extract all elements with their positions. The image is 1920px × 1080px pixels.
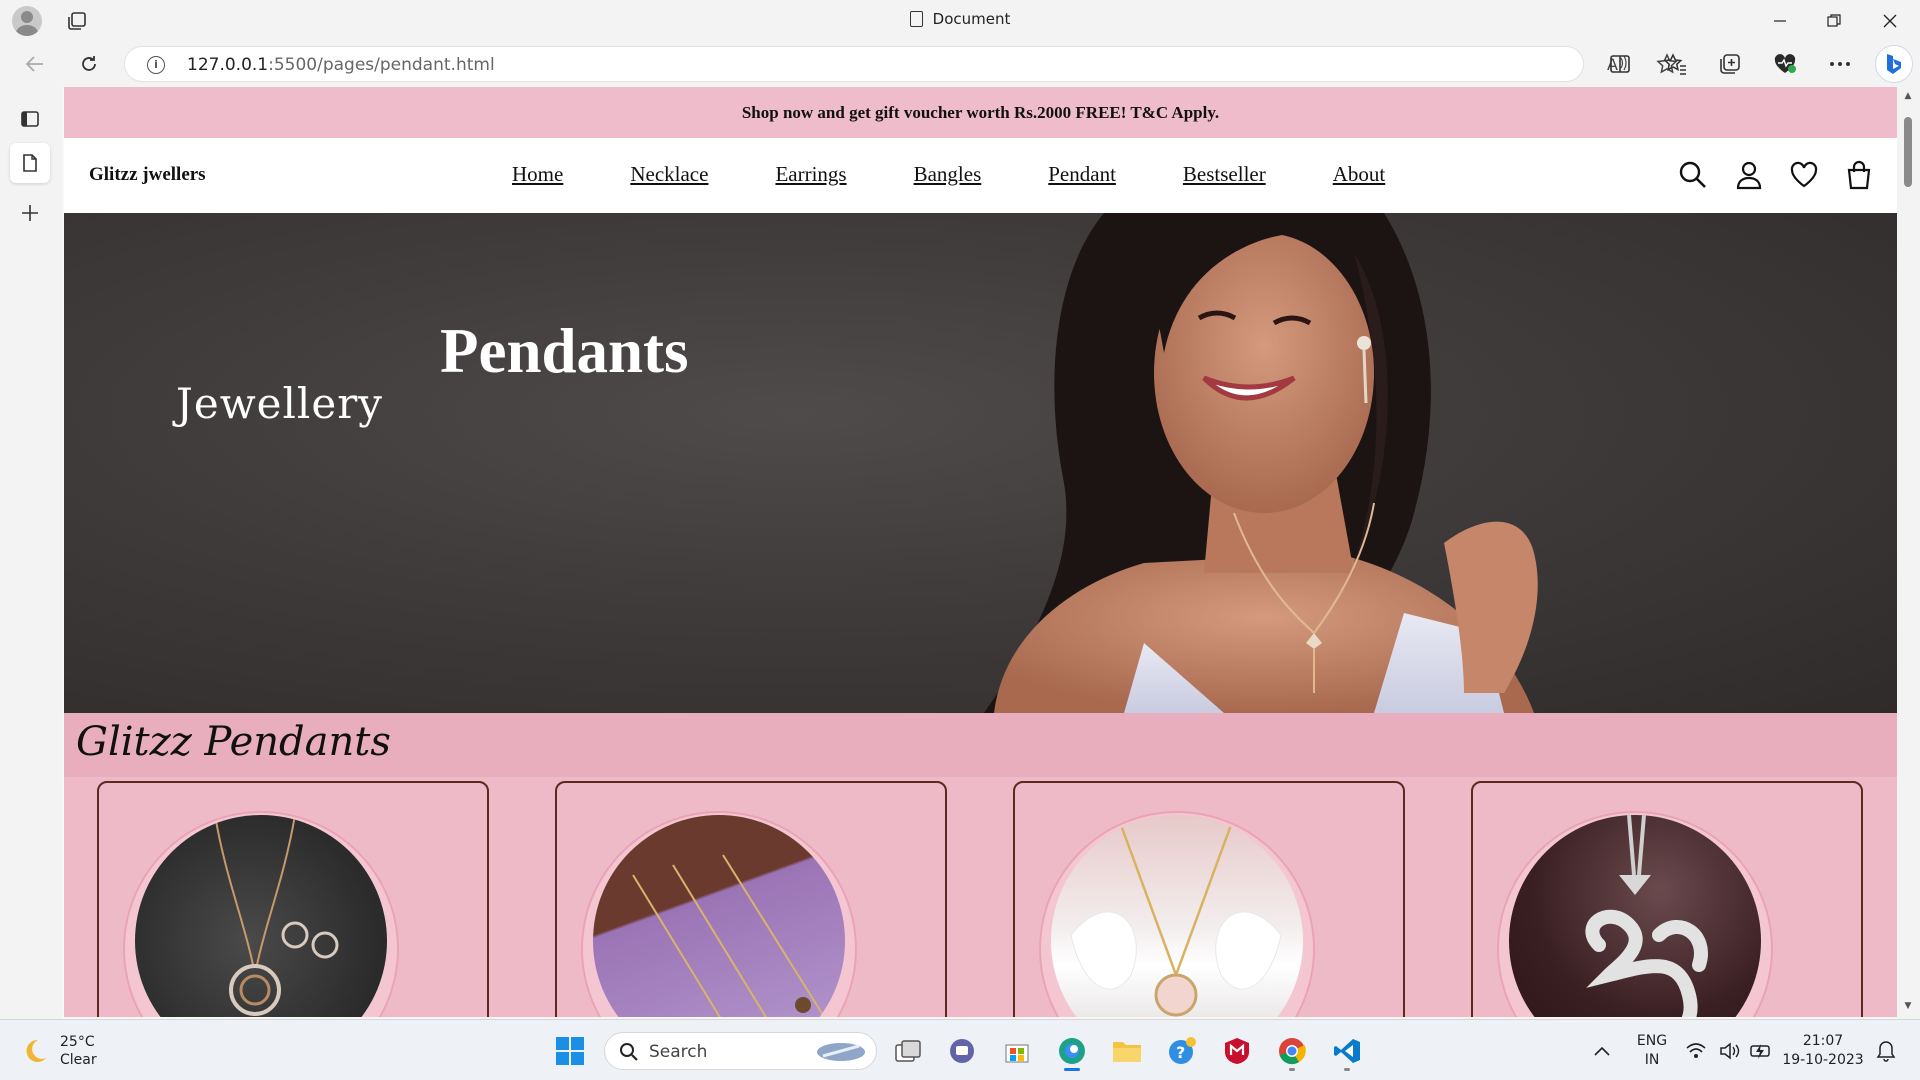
url-host: 127.0.0.1	[187, 55, 269, 75]
minimize-button[interactable]	[1752, 0, 1808, 41]
pendant-grid	[64, 777, 1897, 1017]
wishlist-heart-icon[interactable]	[1789, 160, 1819, 190]
scroll-up-arrow-icon[interactable]: ▲	[1902, 91, 1914, 101]
nav-earrings-link[interactable]: Earrings	[775, 162, 846, 187]
chrome-browser-icon[interactable]	[1274, 1033, 1310, 1071]
url-path: :5500/pages/pendant.html	[268, 55, 495, 75]
clock-date: 19-10-2023	[1782, 1052, 1864, 1068]
nav-bangles-link[interactable]: Bangles	[914, 162, 982, 187]
search-icon	[620, 1043, 638, 1061]
back-button[interactable]	[18, 49, 52, 79]
site-brand[interactable]: Glitzz jwellers	[89, 164, 206, 186]
region-code: IN	[1644, 1052, 1660, 1068]
browser-vertical-sidebar	[0, 87, 62, 1019]
url-text[interactable]: 127.0.0.1:5500/pages/pendant.html	[187, 55, 495, 75]
copilot-icon[interactable]	[1875, 45, 1913, 83]
active-tab-page-icon[interactable]	[10, 143, 50, 183]
mcafee-shield-icon[interactable]	[1219, 1033, 1255, 1069]
taskbar-search[interactable]: Search	[604, 1032, 877, 1070]
moon-icon	[22, 1038, 48, 1064]
nav-home-link[interactable]: Home	[512, 162, 563, 187]
windows-start-icon[interactable]	[552, 1033, 588, 1069]
weather-widget[interactable]: 25°C Clear	[22, 1033, 97, 1069]
site-info-icon[interactable]: i	[147, 56, 165, 74]
refresh-button[interactable]	[72, 49, 106, 79]
window-title: Document	[0, 10, 1920, 28]
language-code: ENG	[1636, 1033, 1668, 1049]
notifications-bell-icon[interactable]	[1868, 1033, 1904, 1069]
shopping-bag-icon[interactable]	[1844, 160, 1874, 190]
battery-charging-icon	[1750, 1044, 1770, 1059]
pendant-card[interactable]	[555, 781, 947, 1017]
browser-essentials-icon[interactable]	[1771, 50, 1799, 78]
windows-taskbar: 25°C Clear Search ? ENG IN 21:07 19-10-2…	[0, 1019, 1920, 1080]
file-explorer-icon[interactable]	[1109, 1033, 1145, 1069]
hero-banner: Pendants Jewellery	[64, 213, 1897, 713]
teams-chat-icon[interactable]	[944, 1033, 980, 1069]
search-highlight-icon	[817, 1043, 865, 1061]
page-viewport: Shop now and get gift voucher worth Rs.2…	[64, 87, 1897, 1017]
svg-text:?: ?	[1176, 1043, 1185, 1062]
pendant-card[interactable]	[1013, 781, 1405, 1017]
search-label: Search	[649, 1042, 708, 1062]
search-icon[interactable]	[1678, 160, 1708, 190]
split-screen-icon[interactable]	[1606, 50, 1634, 78]
address-bar[interactable]: i 127.0.0.1:5500/pages/pendant.html A	[124, 46, 1678, 82]
document-icon	[909, 11, 923, 27]
nav-necklace-link[interactable]: Necklace	[630, 162, 708, 187]
browser-title-bar: Document	[0, 0, 1920, 41]
weather-condition: Clear	[60, 1052, 97, 1068]
section-title: Glitzz Pendants	[76, 719, 391, 765]
clock-time: 21:07	[1802, 1033, 1844, 1049]
nav-pendant-link[interactable]: Pendant	[1048, 162, 1116, 187]
collections-icon[interactable]	[1716, 50, 1744, 78]
favorites-icon[interactable]	[1661, 50, 1689, 78]
help-icon[interactable]: ?	[1164, 1033, 1200, 1069]
microsoft-store-icon[interactable]	[999, 1033, 1035, 1069]
site-header: Glitzz jwellers Home Necklace Earrings B…	[64, 138, 1897, 213]
volume-icon	[1720, 1042, 1740, 1060]
more-options-icon[interactable]	[1826, 50, 1854, 78]
scrollbar-thumb[interactable]	[1904, 117, 1912, 187]
tab-title: Document	[932, 10, 1011, 28]
pendant-card[interactable]	[97, 781, 489, 1017]
close-window-button[interactable]	[1862, 0, 1918, 41]
new-tab-plus-icon[interactable]	[10, 193, 50, 233]
page-scrollbar[interactable]: ▲ ▼	[1897, 87, 1920, 1019]
main-nav: Home Necklace Earrings Bangles Pendant B…	[512, 162, 1452, 187]
nav-bestseller-link[interactable]: Bestseller	[1183, 162, 1266, 187]
nav-about-link[interactable]: About	[1333, 162, 1386, 187]
tab-list-icon[interactable]	[10, 99, 50, 139]
user-account-icon[interactable]	[1734, 160, 1764, 190]
hero-model-image	[984, 213, 1538, 713]
restore-button[interactable]	[1806, 0, 1862, 41]
weather-temperature: 25°C	[60, 1034, 95, 1050]
scroll-down-arrow-icon[interactable]: ▼	[1902, 1001, 1914, 1011]
wifi-icon	[1686, 1043, 1706, 1058]
show-hidden-icons-chevron-icon[interactable]	[1584, 1033, 1620, 1069]
browser-toolbar: i 127.0.0.1:5500/pages/pendant.html A	[0, 41, 1920, 87]
task-view-icon[interactable]	[890, 1033, 926, 1069]
vscode-icon[interactable]	[1329, 1033, 1365, 1071]
section-header: Glitzz Pendants	[64, 713, 1897, 777]
promo-banner: Shop now and get gift voucher worth Rs.2…	[64, 87, 1897, 138]
language-indicator[interactable]: ENG IN	[1630, 1032, 1674, 1070]
taskbar-clock[interactable]: 21:07 19-10-2023	[1782, 1032, 1864, 1070]
hero-title: Pendants	[440, 316, 689, 386]
system-tray-status[interactable]	[1680, 1033, 1780, 1069]
pendant-card[interactable]	[1471, 781, 1863, 1017]
edge-browser-icon[interactable]	[1054, 1033, 1090, 1071]
hero-subtitle: Jewellery	[176, 379, 384, 428]
